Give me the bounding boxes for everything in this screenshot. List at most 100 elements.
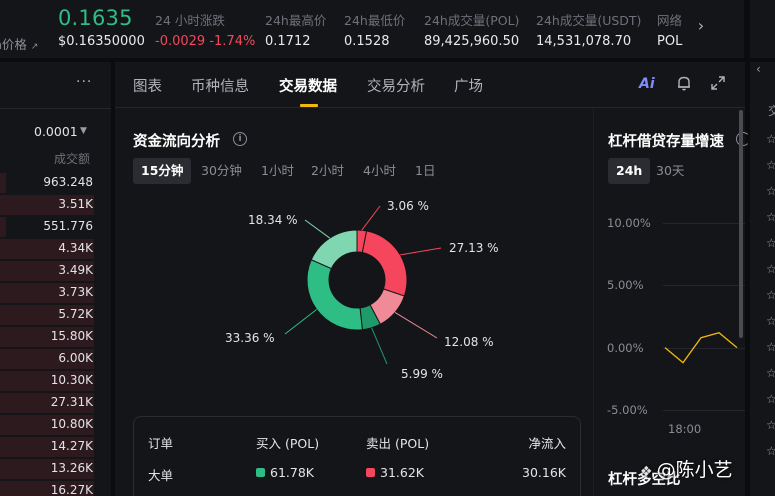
ticker-bar: 0.1635 n价格 ↗ $0.16350000 24 小时涨跌 -0.0029… [0,0,744,58]
slice-label: 3.06 % [387,199,429,213]
timeframe-15m[interactable]: 15分钟 [133,158,192,184]
book-row[interactable]: 16.27K [0,480,111,496]
high-value: 0.1712 [265,34,311,49]
book-row[interactable]: 27.31K [0,392,111,414]
donut-slice[interactable] [306,259,363,331]
slice-label: 12.08 % [444,335,494,349]
book-row[interactable]: 6.00K [0,348,111,370]
ai-icon[interactable]: Ai [639,76,655,92]
precision-select[interactable]: 0.0001 [34,124,78,139]
book-row[interactable]: 551.776 [0,216,111,238]
star-icon[interactable]: ☆ [766,444,775,458]
timeframe-2h[interactable]: 2小时 [303,158,352,184]
star-icon[interactable]: ☆ [766,288,775,302]
favorites-header: 交 [768,104,775,118]
book-row[interactable]: 15.80K [0,326,111,348]
vol-usdt-value: 14,531,078.70 [536,34,632,49]
info-icon[interactable]: i [233,132,247,146]
book-row[interactable]: 3.73K [0,282,111,304]
chevron-right-icon[interactable]: › [690,14,712,38]
y-tick-label: -5.00% [607,403,648,417]
fund-flow-donut: 3.06 % 27.13 % 12.08 % 5.99 % 33.36 % 18.34 % [115,192,585,412]
order-row-net: 30.16K [522,465,566,480]
slice-label: 5.99 % [401,367,443,381]
net-column-header: 净流入 [528,436,566,451]
book-row[interactable]: 4.34K [0,238,111,260]
timeframe-30m[interactable]: 30分钟 [193,158,250,184]
donut-slice[interactable] [310,229,358,270]
low-value: 0.1528 [344,34,390,49]
book-row[interactable]: 10.80K [0,414,111,436]
book-row-value: 963.248 [43,175,93,189]
tab-coin-info[interactable]: 币种信息 [191,75,249,96]
star-icon[interactable]: ☆ [766,418,775,432]
timeframe-1h[interactable]: 1小时 [253,158,302,184]
right-sidebar: ‹ 交 ☆ ☆ ☆ ☆ ☆ ☆ ☆ ☆ ☆ ☆ ☆ ☆ ☆ [744,0,775,496]
more-dots-icon[interactable]: ··· [76,74,92,90]
timeframe-4h[interactable]: 4小时 [355,158,404,184]
book-divider [0,108,111,109]
star-icon[interactable]: ☆ [766,262,775,276]
network-label: 网络 [657,13,683,28]
vol-pol-label: 24h成交量(POL) [424,13,520,28]
book-row[interactable]: 3.49K [0,260,111,282]
slice-leader-line [304,219,331,239]
depth-bar [0,173,6,193]
book-row[interactable]: 3.51K [0,194,111,216]
star-icon[interactable]: ☆ [766,366,775,380]
margin-timeframe-30d[interactable]: 30天 [648,158,692,184]
star-icon[interactable]: ☆ [766,210,775,224]
star-icon[interactable]: ☆ [766,132,775,146]
star-icon[interactable]: ☆ [766,340,775,354]
slice-label: 18.34 % [248,213,298,227]
scrollbar-thumb[interactable] [739,110,743,338]
index-price-label[interactable]: n价格 ↗ [0,34,38,53]
order-row-name: 大单 [148,468,174,483]
book-row[interactable]: 10.30K [0,370,111,392]
margin-growth-title: 杠杆借贷存量增速 [608,134,724,150]
book-row-value: 15.80K [50,329,93,343]
book-row[interactable]: 14.27K [0,436,111,458]
tab-square[interactable]: 广场 [454,75,483,96]
tab-trading-data[interactable]: 交易数据 [279,75,337,96]
depth-bar [0,217,6,237]
section-divider [593,108,594,496]
margin-series-line [664,331,738,364]
tab-trading-analysis[interactable]: 交易分析 [367,75,425,96]
star-icon[interactable]: ☆ [766,314,775,328]
low-label: 24h最低价 [344,13,406,28]
chevron-left-icon[interactable]: ‹ [756,62,761,76]
slice-leader-line [371,327,388,365]
book-row-value: 13.26K [50,461,93,475]
book-row[interactable]: 5.72K [0,304,111,326]
star-icon[interactable]: ☆ [766,184,775,198]
star-icon[interactable]: ☆ [766,392,775,406]
donut-slice[interactable] [361,230,408,297]
slice-leader-line [284,309,317,335]
margin-timeframe-24h[interactable]: 24h [608,158,651,184]
bell-icon[interactable] [675,74,693,92]
vol-usdt-label: 24h成交量(USDT) [536,13,642,28]
book-row-value: 6.00K [58,351,93,365]
main-tabs: 图表 币种信息 交易数据 交易分析 广场 Ai [115,62,745,108]
y-tick-label: 0.00% [607,341,644,355]
book-row[interactable]: 963.248 [0,172,111,194]
order-column-header: 订单 [148,436,174,451]
buy-column-header: 买入 (POL) [256,436,320,451]
book-row-value: 5.72K [58,307,93,321]
book-row-value: 14.27K [50,439,93,453]
sell-swatch [366,468,375,477]
book-row[interactable]: 13.26K [0,458,111,480]
book-row-value: 3.73K [58,285,93,299]
tab-chart[interactable]: 图表 [133,75,162,96]
star-icon[interactable]: ☆ [766,236,775,250]
watermark: ❖ @陈小艺 [640,459,733,481]
slice-leader-line [361,205,381,231]
change-label: 24 小时涨跌 [155,13,225,28]
caret-down-icon[interactable]: ▼ [80,126,87,136]
slice-label: 33.36 % [225,331,275,345]
expand-icon[interactable] [709,74,727,92]
star-icon[interactable]: ☆ [766,158,775,172]
book-row-value: 3.49K [58,263,93,277]
timeframe-1d[interactable]: 1日 [407,158,443,184]
